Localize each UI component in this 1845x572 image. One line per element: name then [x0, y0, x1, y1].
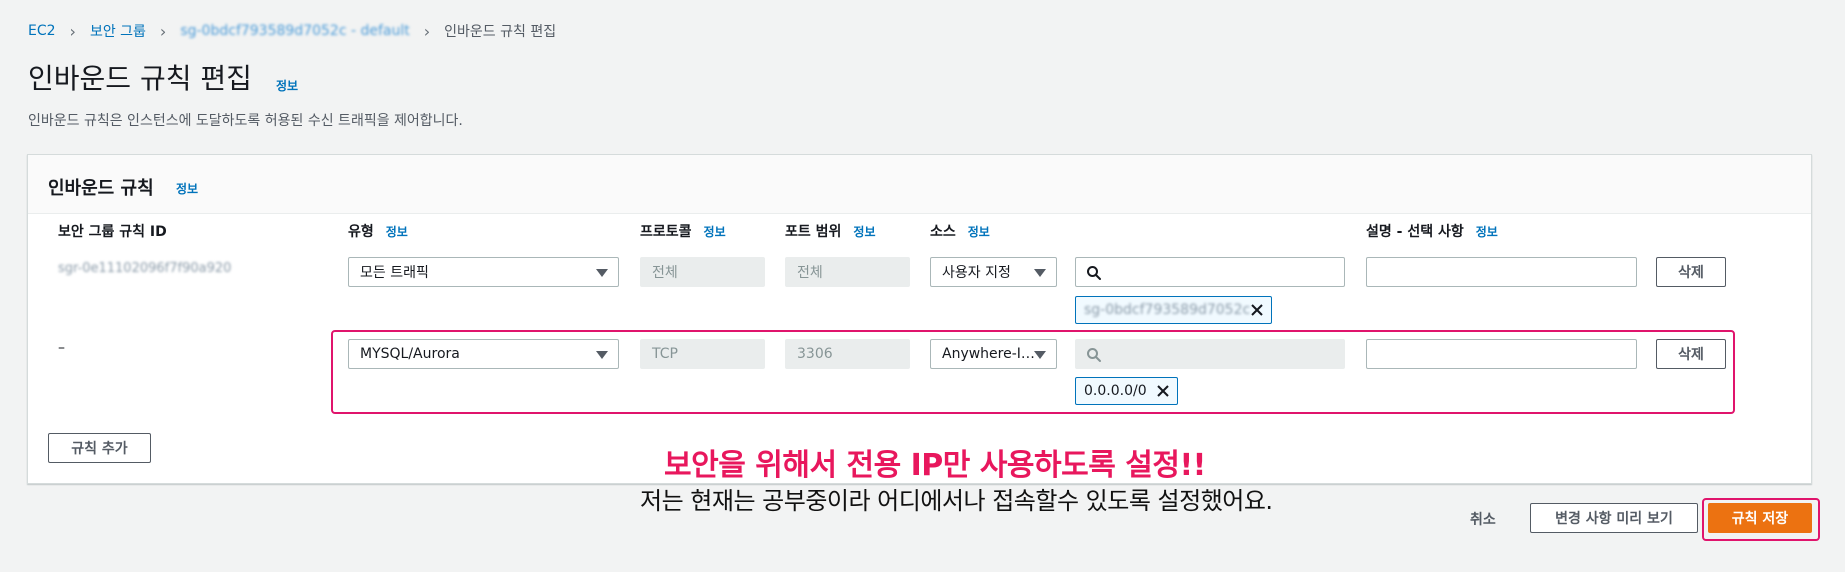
- source-info-link[interactable]: 정보: [968, 225, 990, 239]
- column-header-type: 유형 정보: [348, 221, 408, 241]
- description-input-1[interactable]: [1366, 257, 1637, 287]
- source-select-value: Anywhere-I…: [942, 346, 1035, 362]
- column-header-port-range: 포트 범위 정보: [785, 221, 876, 241]
- source-token-label: 0.0.0.0/0: [1084, 383, 1147, 399]
- source-search-input-2[interactable]: [1075, 339, 1345, 369]
- save-rules-button[interactable]: 규칙 저장: [1708, 503, 1812, 533]
- cancel-button[interactable]: 취소: [1470, 509, 1496, 529]
- caret-down-icon: [596, 269, 608, 277]
- column-header-label: 설명 - 선택 사항: [1366, 224, 1464, 240]
- close-icon[interactable]: [1250, 303, 1264, 317]
- chevron-right-icon: ›: [423, 21, 431, 41]
- port-range-field-2: 3306: [785, 339, 910, 369]
- protocol-info-link[interactable]: 정보: [704, 225, 726, 239]
- caret-down-icon: [596, 351, 608, 359]
- breadcrumb: EC2 › 보안 그룹 › sg-0bdcf793589d7052c - def…: [28, 21, 556, 41]
- type-select-value: 모든 트래픽: [360, 265, 429, 281]
- column-header-source: 소스 정보: [930, 221, 990, 241]
- inbound-rules-panel: 인바운드 규칙 정보 보안 그룹 규칙 ID 유형 정보 프로토콜 정보 포트 범위…: [27, 154, 1812, 484]
- column-header-label: 보안 그룹 규칙 ID: [58, 224, 167, 240]
- rule-id-1: sgr-0e11102096f7f90a920: [58, 261, 232, 276]
- source-token-1: sg-0bdcf793589d7052c: [1075, 296, 1272, 324]
- source-token-label: sg-0bdcf793589d7052c: [1084, 302, 1251, 318]
- breadcrumb-current: 인바운드 규칙 편집: [444, 24, 557, 40]
- breadcrumb-ec2[interactable]: EC2: [28, 23, 56, 39]
- type-select-value: MYSQL/Aurora: [360, 346, 460, 362]
- page-info-link[interactable]: 정보: [276, 77, 298, 94]
- panel-info-link[interactable]: 정보: [176, 180, 198, 197]
- annotation-headline: 보안을 위해서 전용 IP만 사용하도록 설정!!: [664, 448, 1206, 483]
- protocol-field-1: 전체: [640, 257, 765, 287]
- description-info-link[interactable]: 정보: [1476, 225, 1498, 239]
- page-description: 인바운드 규칙은 인스턴스에 도달하도록 허용된 수신 트래픽을 제어합니다.: [28, 113, 463, 129]
- source-select-1[interactable]: 사용자 지정: [930, 257, 1057, 287]
- breadcrumb-security-groups[interactable]: 보안 그룹: [90, 21, 146, 41]
- delete-button-2[interactable]: 삭제: [1656, 339, 1726, 369]
- source-select-value: 사용자 지정: [942, 265, 1011, 281]
- column-header-protocol: 프로토콜 정보: [640, 221, 726, 241]
- type-select-1[interactable]: 모든 트래픽: [348, 257, 619, 287]
- rule-id-2: –: [58, 340, 65, 356]
- source-select-2[interactable]: Anywhere-I…: [930, 339, 1057, 369]
- chevron-right-icon: ›: [69, 21, 76, 41]
- preview-changes-button[interactable]: 변경 사항 미리 보기: [1530, 503, 1698, 533]
- close-icon[interactable]: [1156, 384, 1170, 398]
- port-range-info-link[interactable]: 정보: [853, 225, 875, 239]
- caret-down-icon: [1034, 351, 1046, 359]
- column-header-label: 소스: [930, 224, 956, 240]
- column-header-label: 유형: [348, 224, 374, 240]
- search-icon: [1087, 348, 1101, 362]
- panel-title: 인바운드 규칙: [48, 178, 154, 199]
- protocol-field-2: TCP: [640, 339, 765, 369]
- description-input-2[interactable]: [1366, 339, 1637, 369]
- column-header-rule-id: 보안 그룹 규칙 ID: [58, 221, 167, 241]
- panel-header: [28, 155, 1811, 214]
- column-header-description: 설명 - 선택 사항 정보: [1366, 221, 1498, 241]
- annotation-subtext: 저는 현재는 공부중이라 어디에서나 접속할수 있도록 설정했어요.: [640, 487, 1273, 515]
- port-range-field-1: 전체: [785, 257, 910, 287]
- search-icon: [1087, 266, 1101, 280]
- chevron-right-icon: ›: [159, 21, 167, 41]
- column-header-label: 프로토콜: [640, 224, 692, 240]
- add-rule-button[interactable]: 규칙 추가: [48, 433, 151, 463]
- delete-button-1[interactable]: 삭제: [1656, 257, 1726, 287]
- type-select-2[interactable]: MYSQL/Aurora: [348, 339, 619, 369]
- caret-down-icon: [1034, 269, 1046, 277]
- type-info-link[interactable]: 정보: [386, 225, 408, 239]
- column-header-label: 포트 범위: [785, 224, 842, 240]
- source-token-2: 0.0.0.0/0: [1075, 377, 1178, 405]
- breadcrumb-security-group-id[interactable]: sg-0bdcf793589d7052c - default: [180, 23, 409, 39]
- page-title: 인바운드 규칙 편집: [28, 62, 252, 95]
- source-search-input-1[interactable]: [1075, 257, 1345, 287]
